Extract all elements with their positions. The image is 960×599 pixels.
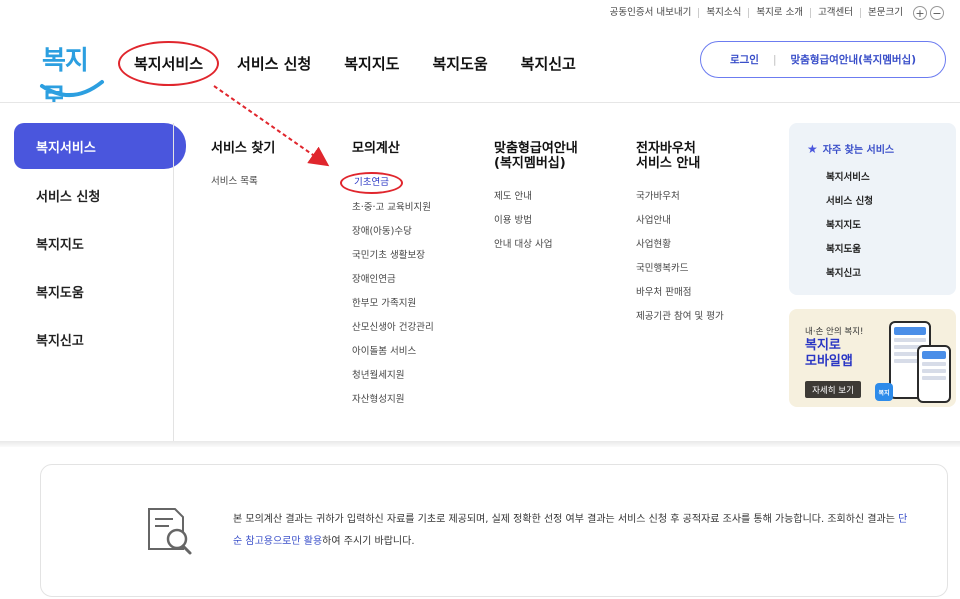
menu-basic-livelihood[interactable]: 국민기초 생활보장	[352, 244, 434, 268]
col-title-line1: 전자바우처	[636, 141, 696, 156]
menu-youth-rent[interactable]: 청년월세지원	[352, 364, 434, 388]
mega-menu-shadow	[0, 441, 960, 447]
app-banner-title-line1: 복지로	[805, 338, 841, 353]
nav-welfare-service[interactable]: 복지서비스	[118, 40, 220, 86]
logo[interactable]: 복지로	[36, 38, 108, 113]
left-nav-service-apply[interactable]: 서비스 신청	[14, 171, 186, 219]
notice-box: 본 모의계산 결과는 귀하가 입력하신 자료를 기초로 제공되며, 실제 정확한…	[40, 464, 948, 597]
notice-text-part2: 하여 주시기 바랍니다.	[322, 536, 415, 547]
col-mock-calc: 모의계산 기초연금 초·중·고 교육비지원 장애(아동)수당 국민기초 생활보장…	[340, 141, 434, 412]
menu-voucher-store[interactable]: 바우처 판매점	[636, 281, 724, 305]
col-title-service-find: 서비스 찾기	[211, 141, 276, 156]
menu-basic-pension[interactable]: 기초연금	[340, 172, 403, 194]
notice-text-part1: 본 모의계산 결과는 귀하가 입력하신 자료를 기초로 제공되며, 실제 정확한…	[233, 514, 899, 525]
header-separator: |	[772, 53, 777, 66]
notice-text: 본 모의계산 결과는 귀하가 입력하신 자료를 기초로 제공되며, 실제 정확한…	[233, 509, 913, 553]
menu-education-support[interactable]: 초·중·고 교육비지원	[352, 196, 434, 220]
quick-welfare-report[interactable]: 복지신고	[807, 262, 956, 286]
menu-single-parent[interactable]: 한부모 가족지원	[352, 292, 434, 316]
menu-service-list[interactable]: 서비스 목록	[211, 170, 275, 194]
nav-service-apply[interactable]: 서비스 신청	[237, 53, 311, 74]
quick-services-title-text: 자주 찾는 서비스	[822, 145, 895, 156]
col-title-line1: 맞춤형급여안내	[494, 141, 578, 156]
col-custom-benefit: 맞춤형급여안내 (복지멤버십) 제도 안내 이용 방법 안내 대상 사업	[494, 141, 578, 257]
col-e-voucher: 전자바우처 서비스 안내 국가바우처 사업안내 사업현황 국민행복카드 바우처 …	[636, 141, 724, 329]
nav-welfare-report[interactable]: 복지신고	[521, 53, 576, 74]
mega-divider	[173, 123, 174, 441]
zoom-in-button[interactable]: +	[913, 6, 927, 20]
nav-welfare-map[interactable]: 복지지도	[344, 53, 399, 74]
quick-service-apply[interactable]: 서비스 신청	[807, 190, 956, 214]
document-search-icon	[148, 508, 192, 555]
main-nav: 복지서비스 서비스 신청 복지지도 복지도움 복지신고	[118, 28, 609, 98]
mobile-app-banner[interactable]: 내·손 안의 복지! 복지로 모바일앱 자세히 보기 복지	[789, 309, 956, 407]
left-nav-welfare-service[interactable]: 복지서비스	[14, 123, 186, 169]
menu-system-guide[interactable]: 제도 안내	[494, 185, 578, 209]
menu-disabled-child-allowance[interactable]: 장애(아동)수당	[352, 220, 434, 244]
app-details-button[interactable]: 자세히 보기	[805, 381, 861, 398]
menu-program-status[interactable]: 사업현황	[636, 233, 724, 257]
app-banner-title: 복지로 모바일앱	[805, 338, 875, 370]
login-link[interactable]: 로그인	[730, 52, 759, 67]
nav-welfare-help[interactable]: 복지도움	[432, 53, 487, 74]
star-icon: ★	[807, 141, 818, 156]
col-title-e-voucher: 전자바우처 서비스 안내	[636, 141, 724, 171]
left-nav-welfare-report[interactable]: 복지신고	[14, 315, 186, 363]
menu-target-programs[interactable]: 안내 대상 사업	[494, 233, 578, 257]
about-link[interactable]: 복지로 소개	[748, 8, 810, 18]
menu-maternal-newborn[interactable]: 산모신생아 건강관리	[352, 316, 434, 340]
menu-asset-building[interactable]: 자산형성지원	[352, 388, 434, 412]
mega-menu: 복지서비스 서비스 신청 복지지도 복지도움 복지신고 서비스 찾기 서비스 목…	[0, 103, 960, 441]
quick-welfare-map[interactable]: 복지지도	[807, 214, 956, 238]
welfare-news-link[interactable]: 복지소식	[698, 8, 748, 18]
menu-happiness-card[interactable]: 국민행복카드	[636, 257, 724, 281]
menu-how-to-use[interactable]: 이용 방법	[494, 209, 578, 233]
left-nav-welfare-map[interactable]: 복지지도	[14, 219, 186, 267]
utility-bar: 공동인증서 내보내기 복지소식 복지로 소개 고객센터 본문크기 + −	[603, 6, 944, 20]
quick-welfare-help[interactable]: 복지도움	[807, 238, 956, 262]
logo-smile-icon	[40, 80, 104, 98]
mega-left-nav: 복지서비스 서비스 신청 복지지도 복지도움 복지신고	[14, 123, 186, 363]
app-badge-icon: 복지	[875, 383, 893, 401]
header-account-box: 로그인 | 맞춤형급여안내(복지멤버십)	[700, 41, 946, 78]
app-banner-title-line2: 모바일앱	[805, 354, 853, 369]
col-title-mock-calc: 모의계산	[352, 141, 400, 156]
quick-services-title: ★ 자주 찾는 서비스	[807, 141, 956, 157]
col-title-line2: 서비스 안내	[636, 156, 701, 171]
menu-national-voucher[interactable]: 국가바우처	[636, 185, 724, 209]
menu-childcare-service[interactable]: 아이돌봄 서비스	[352, 340, 434, 364]
menu-program-guide[interactable]: 사업안내	[636, 209, 724, 233]
quick-welfare-service[interactable]: 복지서비스	[807, 166, 956, 190]
col-title-line2: (복지멤버십)	[494, 156, 566, 171]
menu-provider-evaluation[interactable]: 제공기관 참여 및 평가	[636, 305, 724, 329]
quick-services-panel: ★ 자주 찾는 서비스 복지서비스 서비스 신청 복지지도 복지도움 복지신고	[789, 123, 956, 295]
col-service-find: 서비스 찾기 서비스 목록	[211, 141, 275, 194]
text-size-label: 본문크기	[860, 8, 910, 18]
phone-front-image	[917, 345, 951, 403]
menu-disability-pension[interactable]: 장애인연금	[352, 268, 434, 292]
left-nav-welfare-help[interactable]: 복지도움	[14, 267, 186, 315]
cert-export-link[interactable]: 공동인증서 내보내기	[603, 8, 699, 18]
col-title-custom-benefit: 맞춤형급여안내 (복지멤버십)	[494, 141, 578, 171]
app-banner-tagline: 내·손 안의 복지!	[805, 327, 864, 337]
customer-center-link[interactable]: 고객센터	[810, 8, 860, 18]
zoom-out-button[interactable]: −	[930, 6, 944, 20]
custom-benefit-link[interactable]: 맞춤형급여안내(복지멤버십)	[791, 52, 917, 67]
